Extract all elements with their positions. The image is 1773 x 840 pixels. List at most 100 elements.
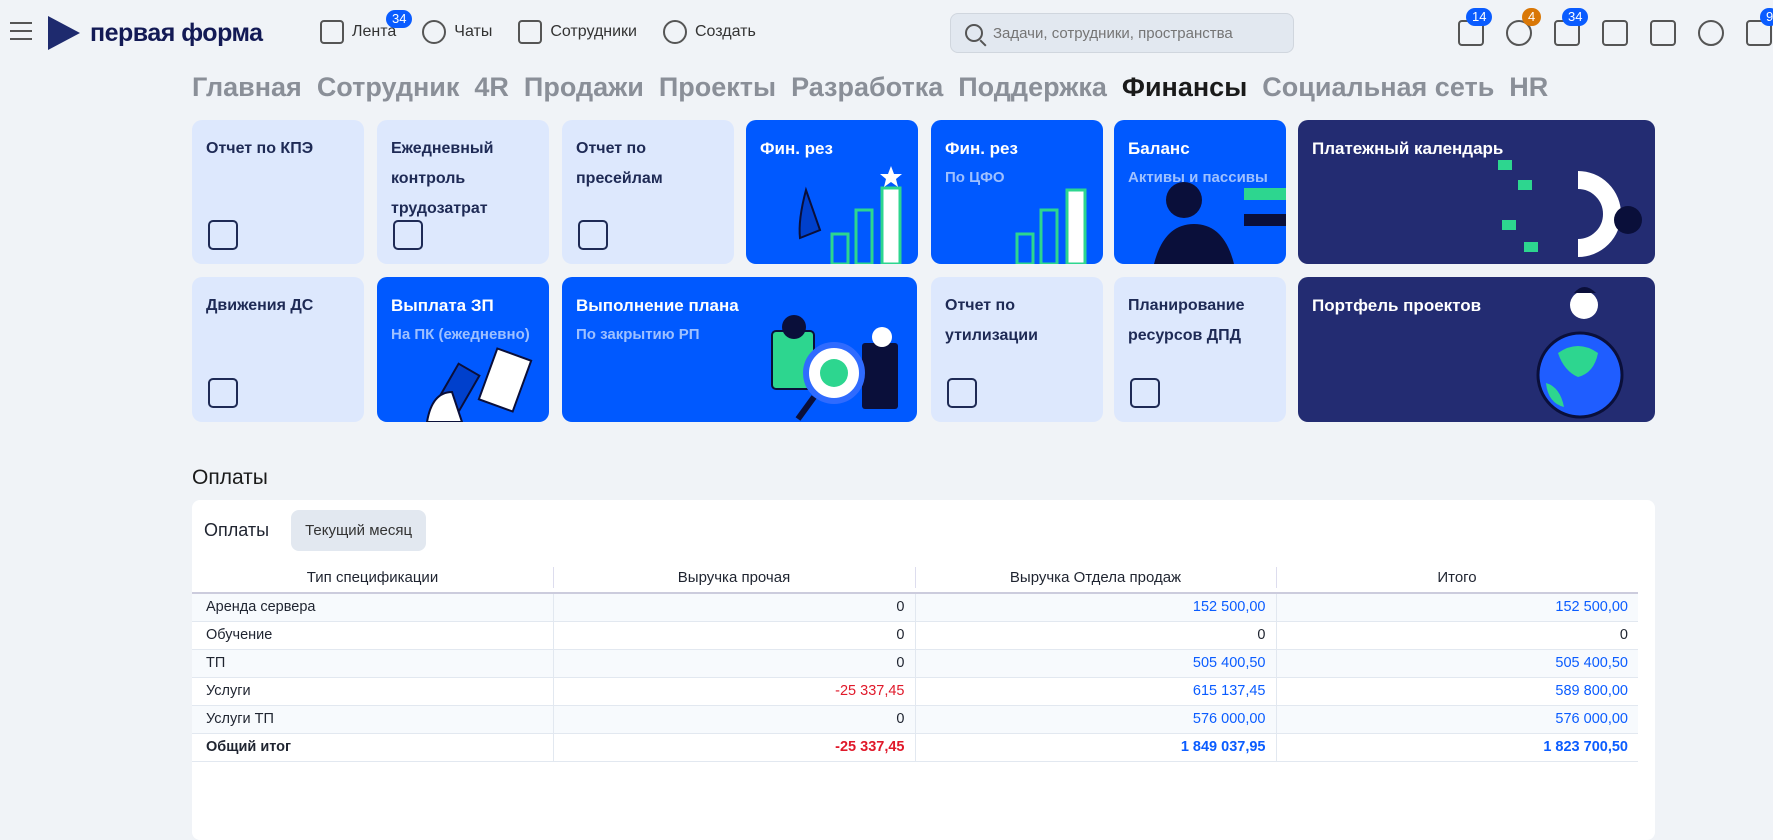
nav-create[interactable]: Создать: [663, 20, 756, 44]
cell-other-total[interactable]: -25 337,45: [552, 733, 915, 762]
tab-sales[interactable]: Продажи: [524, 72, 644, 103]
tile-title: Отчет по КПЭ: [206, 140, 314, 157]
tile-daily-labor[interactable]: Ежедневный контроль трудозатрат: [377, 120, 549, 264]
cell-type: Услуги: [192, 677, 553, 706]
section-tabs: Главная Сотрудник 4R Продажи Проекты Раз…: [192, 72, 1548, 103]
menu-icon[interactable]: [10, 22, 32, 40]
cell-grand-total[interactable]: 1 823 700,50: [1275, 733, 1638, 762]
magnet-money-illustration: [1498, 160, 1642, 257]
favorites-button[interactable]: 4: [1506, 8, 1542, 51]
tile-fin-result[interactable]: Фин. рез: [746, 120, 918, 264]
tile-salary[interactable]: Выплата ЗП На ПК (ежедневно): [377, 277, 549, 422]
column-header[interactable]: Тип спецификации: [192, 563, 553, 594]
growth-chart-illustration: [798, 166, 902, 264]
tab-finance[interactable]: Финансы: [1122, 72, 1247, 103]
cell-total-link[interactable]: 152 500,00: [1275, 593, 1638, 622]
tile-kpe-report[interactable]: Отчет по КПЭ: [192, 120, 364, 264]
payments-card: Оплаты Текущий месяц Тип спецификации Вы…: [192, 500, 1655, 840]
cell-other: 0: [552, 649, 915, 678]
mail-badge: 34: [1562, 8, 1589, 26]
cell-total-link[interactable]: 505 400,50: [1275, 649, 1638, 678]
woman-illustration: [1154, 182, 1286, 264]
column-header[interactable]: Итого: [1276, 563, 1638, 594]
favorites-badge: 4: [1522, 8, 1542, 26]
tasks-button[interactable]: 14: [1458, 8, 1493, 51]
reports-button[interactable]: [1650, 20, 1676, 51]
tile-utilization-report[interactable]: Отчет по утилизации: [931, 277, 1103, 422]
tile-title: Отчет по пресейлам: [576, 140, 663, 187]
help-button[interactable]: [1698, 20, 1724, 51]
tile-title: Отчет по утилизации: [945, 297, 1038, 344]
tile-title: Движения ДС: [206, 297, 314, 314]
tab-employee[interactable]: Сотрудник: [317, 72, 460, 103]
cell-sales: 0: [914, 621, 1276, 650]
column-header[interactable]: Выручка Отдела продаж: [915, 563, 1276, 594]
tile-presale-report[interactable]: Отчет по пресейлам: [562, 120, 734, 264]
tile-title: Баланс: [1128, 139, 1190, 158]
search-input[interactable]: [993, 24, 1273, 42]
search-box[interactable]: [950, 13, 1294, 53]
plus-icon: [663, 20, 687, 44]
tile-project-portfolio[interactable]: Портфель проектов: [1298, 277, 1655, 422]
alerts-button[interactable]: [1602, 20, 1628, 51]
nav-label: Чаты: [454, 23, 493, 40]
chat-icon: [422, 20, 447, 44]
tab-support[interactable]: Поддержка: [958, 72, 1107, 103]
tab-4r[interactable]: 4R: [474, 72, 509, 103]
cell-total-link[interactable]: 576 000,00: [1275, 705, 1638, 734]
logo-icon: [48, 16, 80, 50]
tasks-badge: 14: [1466, 8, 1493, 26]
cell-type: ТП: [192, 649, 553, 678]
tile-subtitle: На ПК (ежедневно): [391, 326, 530, 343]
calendar-button[interactable]: 9: [1746, 8, 1773, 51]
card-terminal-illustration: [425, 347, 533, 422]
cell-sales-link[interactable]: 615 137,45: [914, 677, 1276, 706]
column-header[interactable]: Выручка прочая: [553, 563, 915, 594]
calendar-clock-icon: [393, 220, 423, 250]
tile-fin-result-cfo[interactable]: Фин. рез По ЦФО: [931, 120, 1103, 264]
payments-heading: Оплаты: [192, 466, 268, 489]
tile-balance[interactable]: Баланс Активы и пассивы: [1114, 120, 1286, 264]
tab-payments[interactable]: Оплаты: [204, 520, 269, 541]
presentation-chart-icon: [208, 220, 238, 250]
tab-hr[interactable]: HR: [1509, 72, 1548, 103]
search-people-illustration: [771, 315, 898, 421]
table-row: ТП 0 505 400,50 505 400,50: [192, 649, 1638, 678]
table-row: Обучение 0 0 0: [192, 621, 1638, 650]
cell-sales-link[interactable]: 505 400,50: [914, 649, 1276, 678]
cell-total-label: Общий итог: [192, 733, 553, 762]
feed-badge: 34: [386, 10, 413, 28]
cell-total: 0: [1275, 621, 1638, 650]
cell-total-link[interactable]: 589 800,00: [1275, 677, 1638, 706]
total-row: Общий итог -25 337,45 1 849 037,95 1 823 70…: [192, 733, 1638, 762]
cell-other-link[interactable]: -25 337,45: [552, 677, 915, 706]
calendar-badge: 9: [1760, 8, 1773, 26]
tile-cash-flow[interactable]: Движения ДС: [192, 277, 364, 422]
tab-projects[interactable]: Проекты: [659, 72, 776, 103]
cell-sales-link[interactable]: 576 000,00: [914, 705, 1276, 734]
table-row: Услуги -25 337,45 615 137,45 589 800,00: [192, 677, 1638, 706]
nav-feed[interactable]: Лента 34: [320, 10, 413, 44]
calendar-arrow-icon: [1130, 378, 1160, 408]
current-month-filter[interactable]: Текущий месяц: [291, 510, 427, 551]
tab-development[interactable]: Разработка: [791, 72, 943, 103]
logo[interactable]: первая форма: [48, 16, 263, 50]
mail-button[interactable]: 34: [1554, 8, 1589, 51]
tile-resource-planning[interactable]: Планирование ресурсов ДПД: [1114, 277, 1286, 422]
cell-sales-link[interactable]: 152 500,00: [914, 593, 1276, 622]
top-bar: первая форма Лента 34 Чаты Сотрудники Соз…: [0, 0, 1773, 64]
cell-other: 0: [552, 705, 915, 734]
tab-main[interactable]: Главная: [192, 72, 302, 103]
nav-chats[interactable]: Чаты: [422, 20, 492, 44]
cell-sales-total[interactable]: 1 849 037,95: [914, 733, 1276, 762]
feed-icon: [320, 20, 344, 44]
tile-plan-execution[interactable]: Выполнение плана По закрытию РП: [562, 277, 917, 422]
logo-text: первая форма: [90, 18, 263, 47]
cell-other: 0: [552, 593, 915, 622]
exchange-icon: [208, 378, 238, 408]
tab-social[interactable]: Социальная сеть: [1262, 72, 1494, 103]
cell-other: 0: [552, 621, 915, 650]
tile-payment-calendar[interactable]: Платежный календарь: [1298, 120, 1655, 264]
nav-employees[interactable]: Сотрудники: [518, 20, 637, 44]
calendar-percent-icon: [947, 378, 977, 408]
